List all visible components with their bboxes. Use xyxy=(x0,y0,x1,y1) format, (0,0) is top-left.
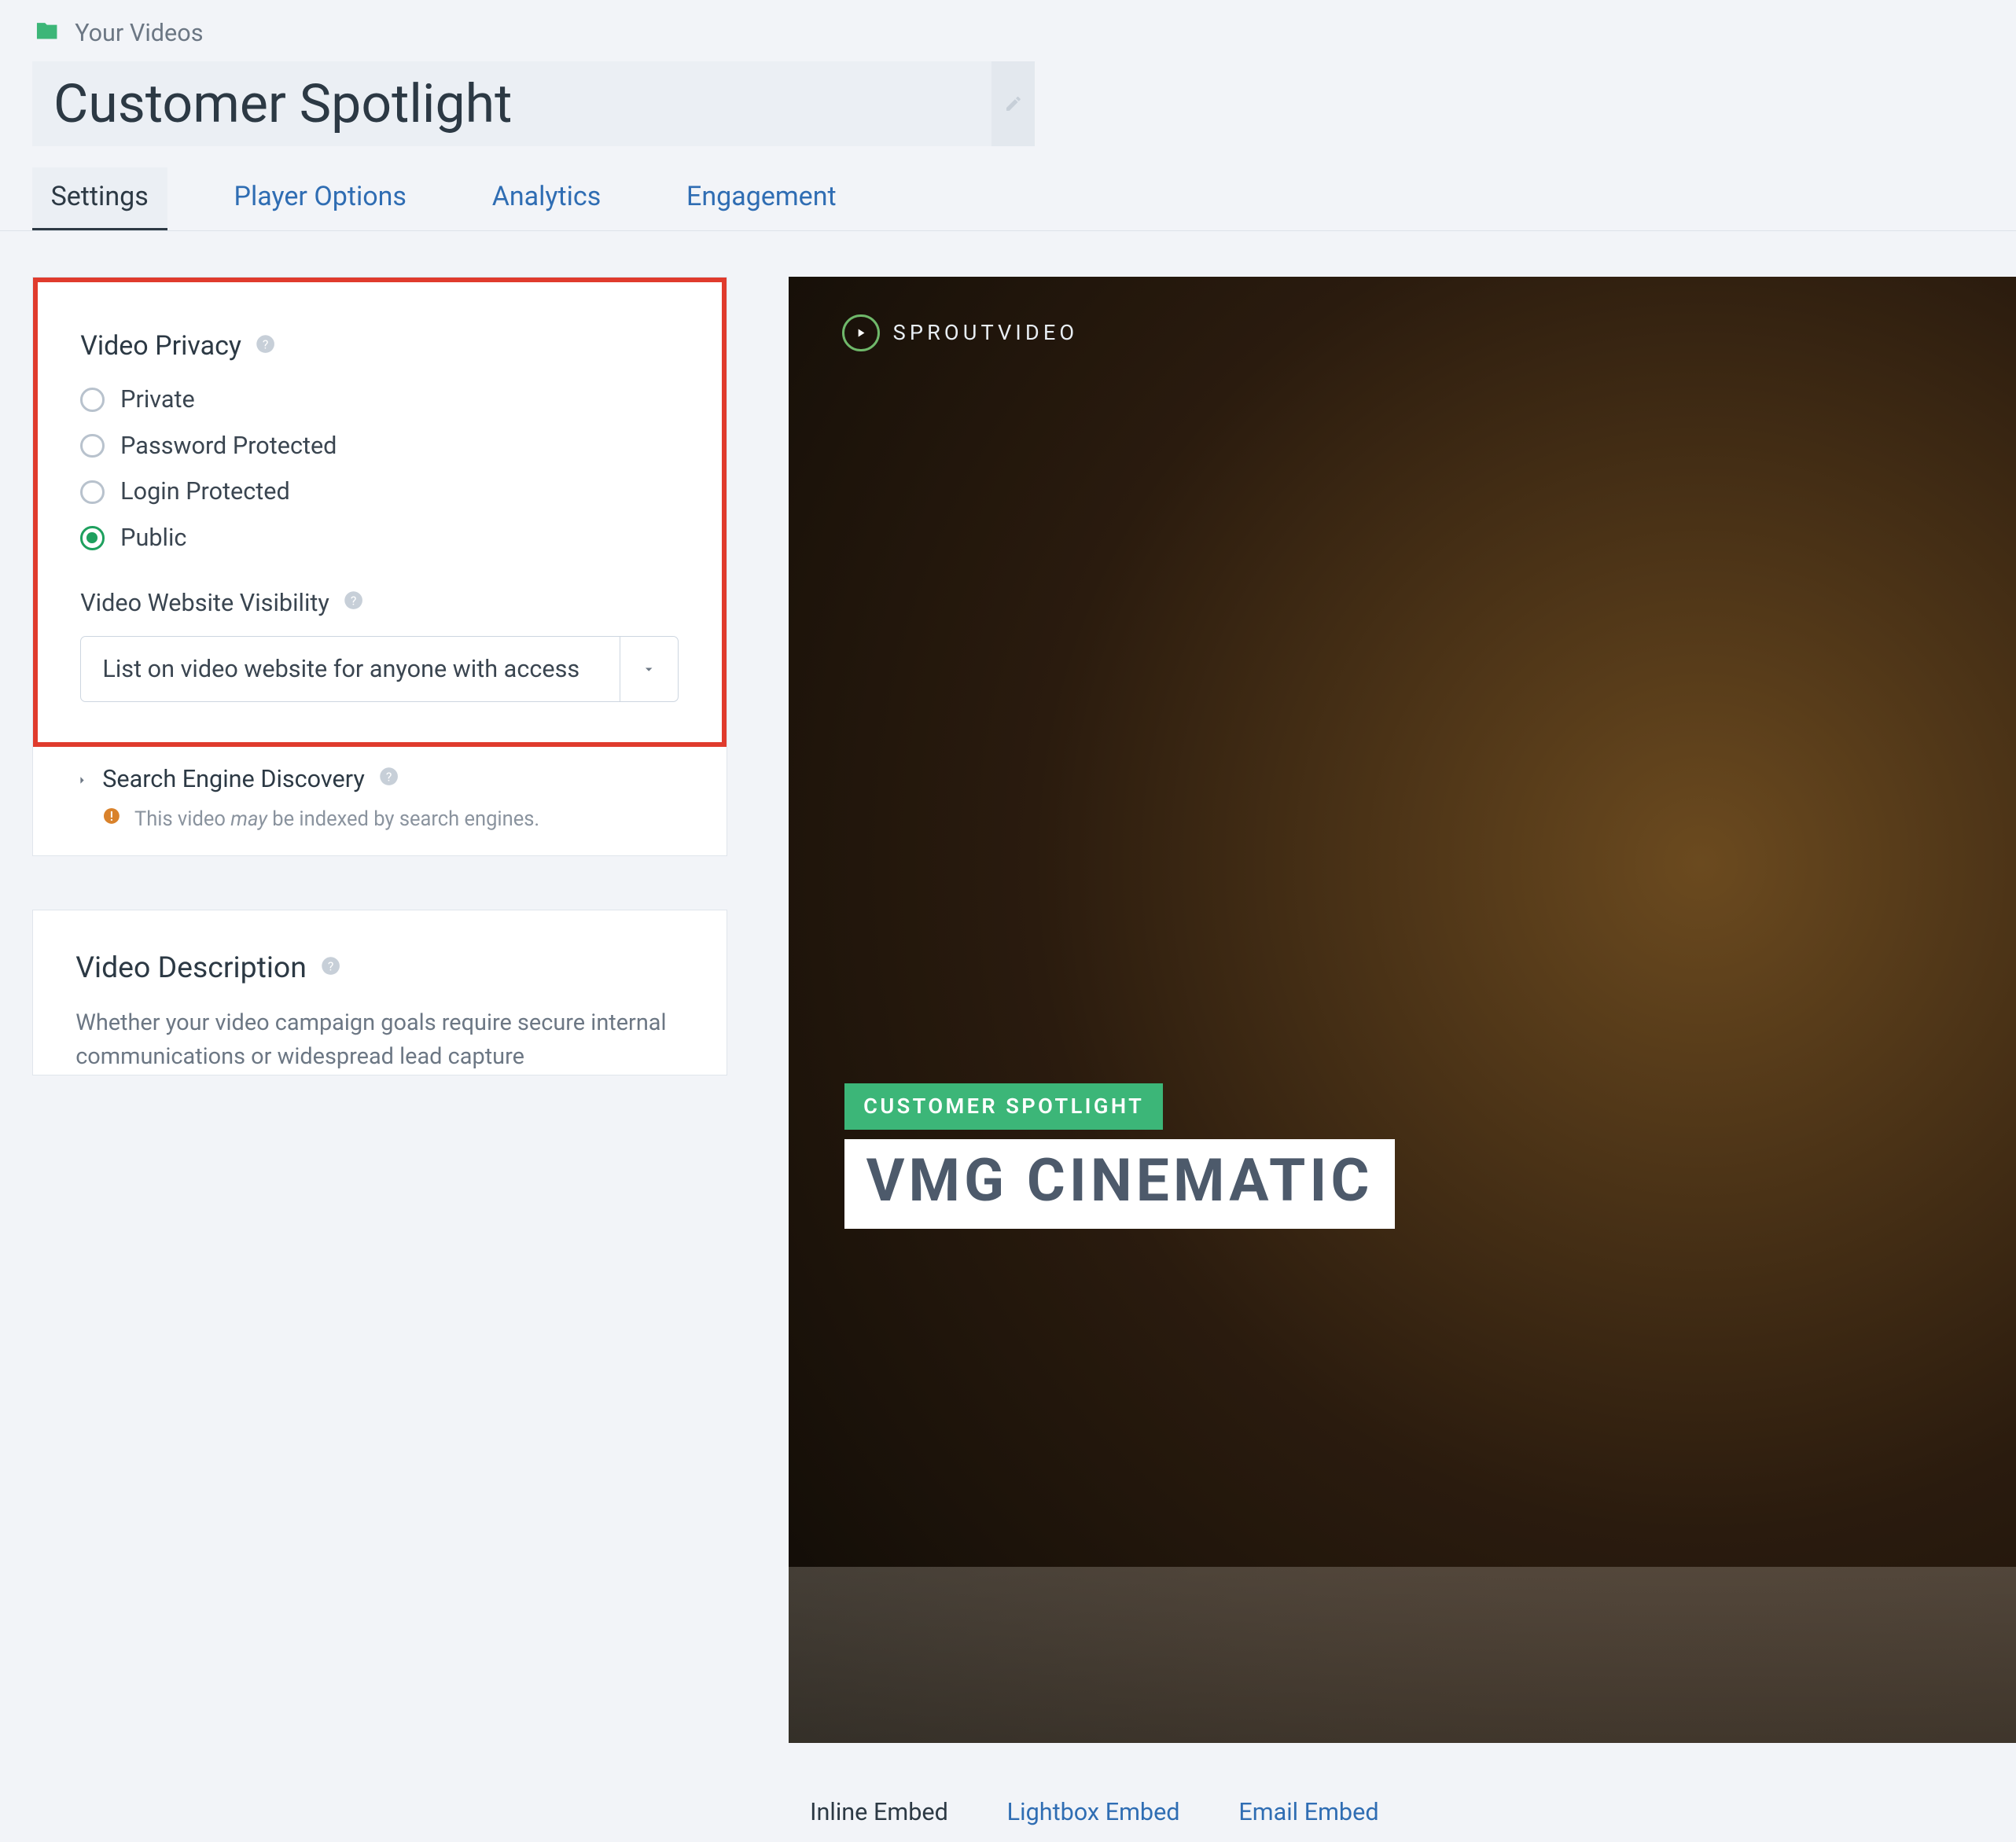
seo-toggle[interactable]: Search Engine Discovery ? xyxy=(75,766,683,793)
help-icon[interactable]: ? xyxy=(255,330,276,362)
description-title: Video Description ? xyxy=(75,950,683,985)
description-card: Video Description ? Whether your video c… xyxy=(32,910,727,1075)
embed-tab-email[interactable]: Email Embed xyxy=(1238,1799,1378,1826)
folder-icon xyxy=(32,19,61,49)
visibility-value: List on video website for anyone with ac… xyxy=(81,637,619,702)
tab-player-options[interactable]: Player Options xyxy=(215,167,425,230)
help-icon[interactable]: ? xyxy=(378,766,399,793)
privacy-title: Video Privacy ? xyxy=(80,330,679,362)
visibility-select[interactable]: List on video website for anyone with ac… xyxy=(80,636,679,703)
svg-text:?: ? xyxy=(263,336,269,351)
radio-label: Public xyxy=(120,524,186,552)
caret-down-icon xyxy=(620,637,679,702)
breadcrumb-label[interactable]: Your Videos xyxy=(75,20,203,47)
embed-tab-inline[interactable]: Inline Embed xyxy=(810,1799,948,1826)
privacy-card: Video Privacy ? Private Password Protect… xyxy=(32,277,727,856)
seo-section: Search Engine Discovery ? This video may… xyxy=(33,747,727,855)
preview-badge: CUSTOMER SPOTLIGHT xyxy=(844,1083,1163,1130)
radio-icon xyxy=(80,434,105,458)
privacy-option-private[interactable]: Private xyxy=(80,386,679,414)
radio-label: Password Protected xyxy=(120,432,337,460)
warning-icon xyxy=(102,807,121,831)
page-title: Customer Spotlight xyxy=(32,61,992,145)
privacy-option-public[interactable]: Public xyxy=(80,524,679,552)
embed-tab-lightbox[interactable]: Lightbox Embed xyxy=(1007,1799,1180,1826)
description-body: Whether your video campaign goals requir… xyxy=(75,1006,683,1075)
radio-label: Private xyxy=(120,386,195,414)
radio-label: Login Protected xyxy=(120,478,290,506)
privacy-option-password[interactable]: Password Protected xyxy=(80,432,679,460)
svg-text:?: ? xyxy=(328,959,334,974)
radio-icon xyxy=(80,480,105,505)
seo-warning: This video may be indexed by search engi… xyxy=(102,807,683,831)
breadcrumb: Your Videos xyxy=(0,0,2016,61)
title-editor[interactable]: Customer Spotlight xyxy=(32,61,1035,145)
edit-title-button[interactable] xyxy=(991,61,1034,145)
svg-text:?: ? xyxy=(386,769,392,784)
tab-settings[interactable]: Settings xyxy=(32,167,167,230)
play-icon xyxy=(842,314,880,352)
tab-analytics[interactable]: Analytics xyxy=(473,167,620,230)
radio-icon xyxy=(80,388,105,412)
main-tabs: Settings Player Options Analytics Engage… xyxy=(0,167,2016,231)
preview-headline: VMG CINEMATIC xyxy=(844,1139,1394,1229)
seo-title-label: Search Engine Discovery xyxy=(102,766,365,793)
tab-engagement[interactable]: Engagement xyxy=(668,167,855,230)
visibility-title: Video Website Visibility ? xyxy=(80,590,679,617)
svg-text:?: ? xyxy=(351,593,357,608)
chevron-right-icon xyxy=(75,766,89,793)
privacy-option-login[interactable]: Login Protected xyxy=(80,478,679,506)
brand-logo: SPROUTVIDEO xyxy=(842,314,1078,352)
brand-text: SPROUTVIDEO xyxy=(893,320,1079,345)
preview-desk xyxy=(789,1567,2016,1743)
help-icon[interactable]: ? xyxy=(343,590,364,617)
privacy-highlight: Video Privacy ? Private Password Protect… xyxy=(33,278,727,747)
radio-icon xyxy=(80,526,105,550)
privacy-radio-group: Private Password Protected Login Protect… xyxy=(80,386,679,552)
embed-tabs: Inline Embed Lightbox Embed Email Embed … xyxy=(789,1799,2016,1826)
video-preview[interactable]: SPROUTVIDEO CUSTOMER SPOTLIGHT VMG CINEM… xyxy=(789,277,2016,1743)
help-icon[interactable]: ? xyxy=(320,950,341,985)
